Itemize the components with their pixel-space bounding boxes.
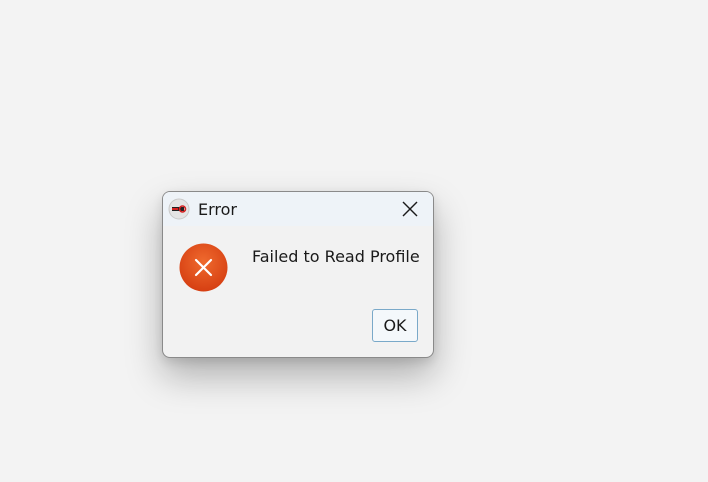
error-icon: [179, 243, 228, 292]
error-message: Failed to Read Profile: [252, 247, 420, 266]
dialog-title: Error: [198, 200, 237, 219]
close-icon: [402, 201, 418, 217]
close-button[interactable]: [387, 192, 433, 226]
title-bar[interactable]: Error: [163, 192, 433, 226]
app-logo-icon: [168, 198, 190, 220]
ok-button[interactable]: OK: [372, 309, 418, 342]
error-dialog: Error Failed to Read Profile OK: [162, 191, 434, 358]
